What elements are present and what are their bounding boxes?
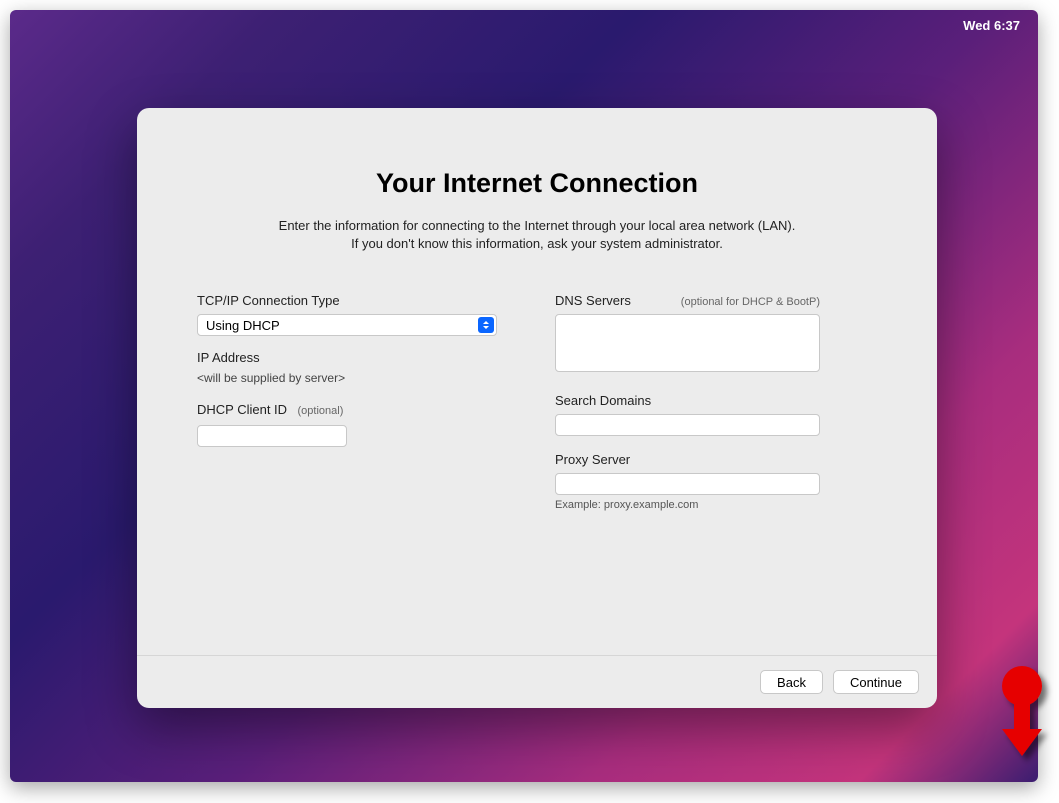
dhcp-client-id-label: DHCP Client ID [197,402,287,417]
search-domains-label: Search Domains [555,393,877,408]
dns-servers-label: DNS Servers [555,293,631,308]
tcpip-connection-type-label: TCP/IP Connection Type [197,293,519,308]
dns-servers-hint: (optional for DHCP & BootP) [681,296,820,308]
dialog-subtitle: Enter the information for connecting to … [197,217,877,253]
ip-address-value: <will be supplied by server> [197,371,519,385]
updown-chevron-icon [478,317,494,333]
desktop-background: Wed 6:37 Your Internet Connection Enter … [10,10,1038,782]
menubar-clock: Wed 6:37 [963,18,1020,33]
tcpip-connection-type-value: Using DHCP [206,318,280,333]
back-button[interactable]: Back [760,670,823,694]
continue-button[interactable]: Continue [833,670,919,694]
left-column: TCP/IP Connection Type Using DHCP IP Add… [197,293,519,527]
search-domains-input[interactable] [555,414,820,436]
dialog-footer: Back Continue [137,655,937,708]
dns-servers-input[interactable] [555,314,820,372]
subtitle-line-1: Enter the information for connecting to … [279,218,796,233]
proxy-server-input[interactable] [555,473,820,495]
internet-connection-dialog: Your Internet Connection Enter the infor… [137,108,937,708]
right-column: DNS Servers (optional for DHCP & BootP) … [555,293,877,527]
arrow-annotation-icon [987,664,1057,774]
subtitle-line-2: If you don't know this information, ask … [351,236,723,251]
dhcp-client-id-input[interactable] [197,425,347,447]
proxy-server-example: Example: proxy.example.com [555,499,877,511]
proxy-server-label: Proxy Server [555,452,877,467]
tcpip-connection-type-select[interactable]: Using DHCP [197,314,497,336]
ip-address-label: IP Address [197,350,519,365]
dhcp-client-id-hint: (optional) [298,405,344,417]
dialog-title: Your Internet Connection [197,168,877,199]
